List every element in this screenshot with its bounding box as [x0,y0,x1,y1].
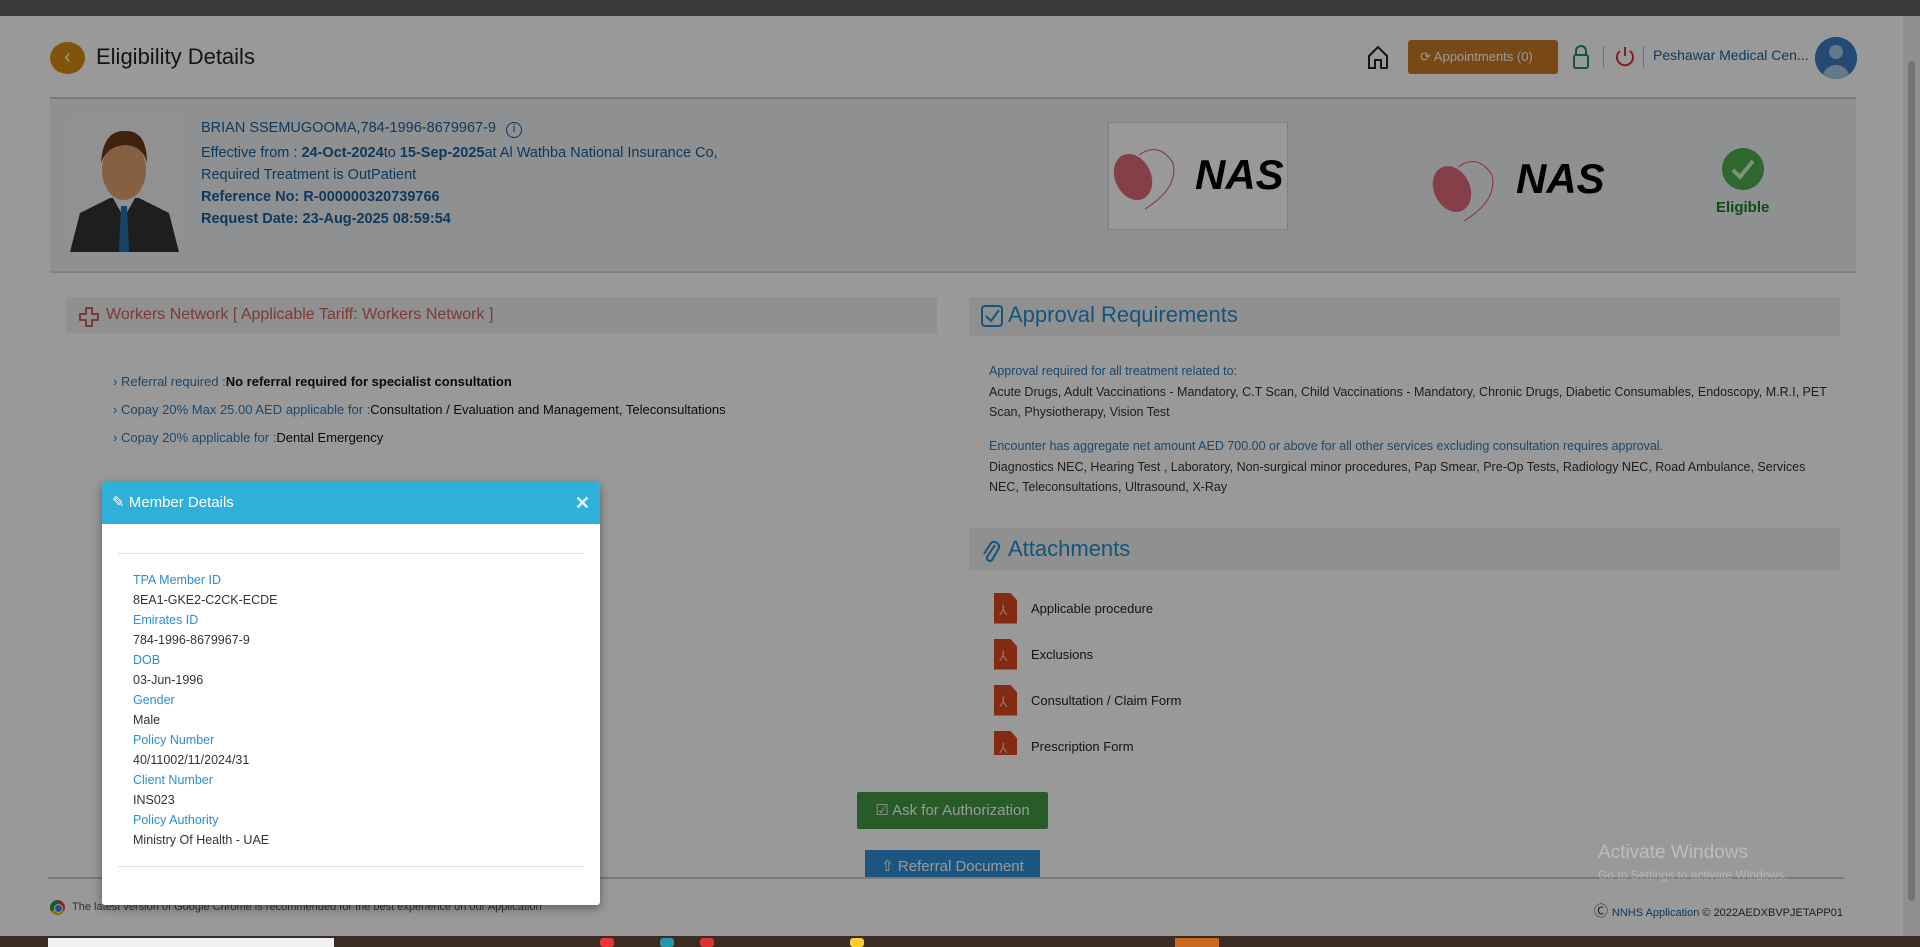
activate-windows-subtitle: Go to Settings to activate Windows. [1598,868,1788,882]
divider [118,866,584,867]
divider [118,553,584,554]
browser-tab-strip [0,0,1920,16]
taskbar-app-icon[interactable] [850,938,864,947]
taskbar-app-icon[interactable] [660,938,674,947]
member-details-modal: ✎ Member Details ✕ TPA Member ID 8EA1-GKE… [102,482,600,905]
modal-header: ✎ Member Details ✕ [102,482,600,524]
taskbar-active-app[interactable] [1175,938,1219,947]
taskbar-search[interactable] [48,938,334,947]
os-taskbar [0,936,1920,947]
taskbar-app-icon[interactable] [600,938,614,947]
taskbar-app-icon[interactable] [700,938,714,947]
member-fields: TPA Member ID 8EA1-GKE2-C2CK-ECDE Emirate… [133,573,278,847]
close-icon[interactable]: ✕ [575,482,590,524]
edit-icon: ✎ [112,494,129,511]
activate-windows-title: Activate Windows [1598,842,1748,863]
modal-title: Member Details [128,494,234,511]
